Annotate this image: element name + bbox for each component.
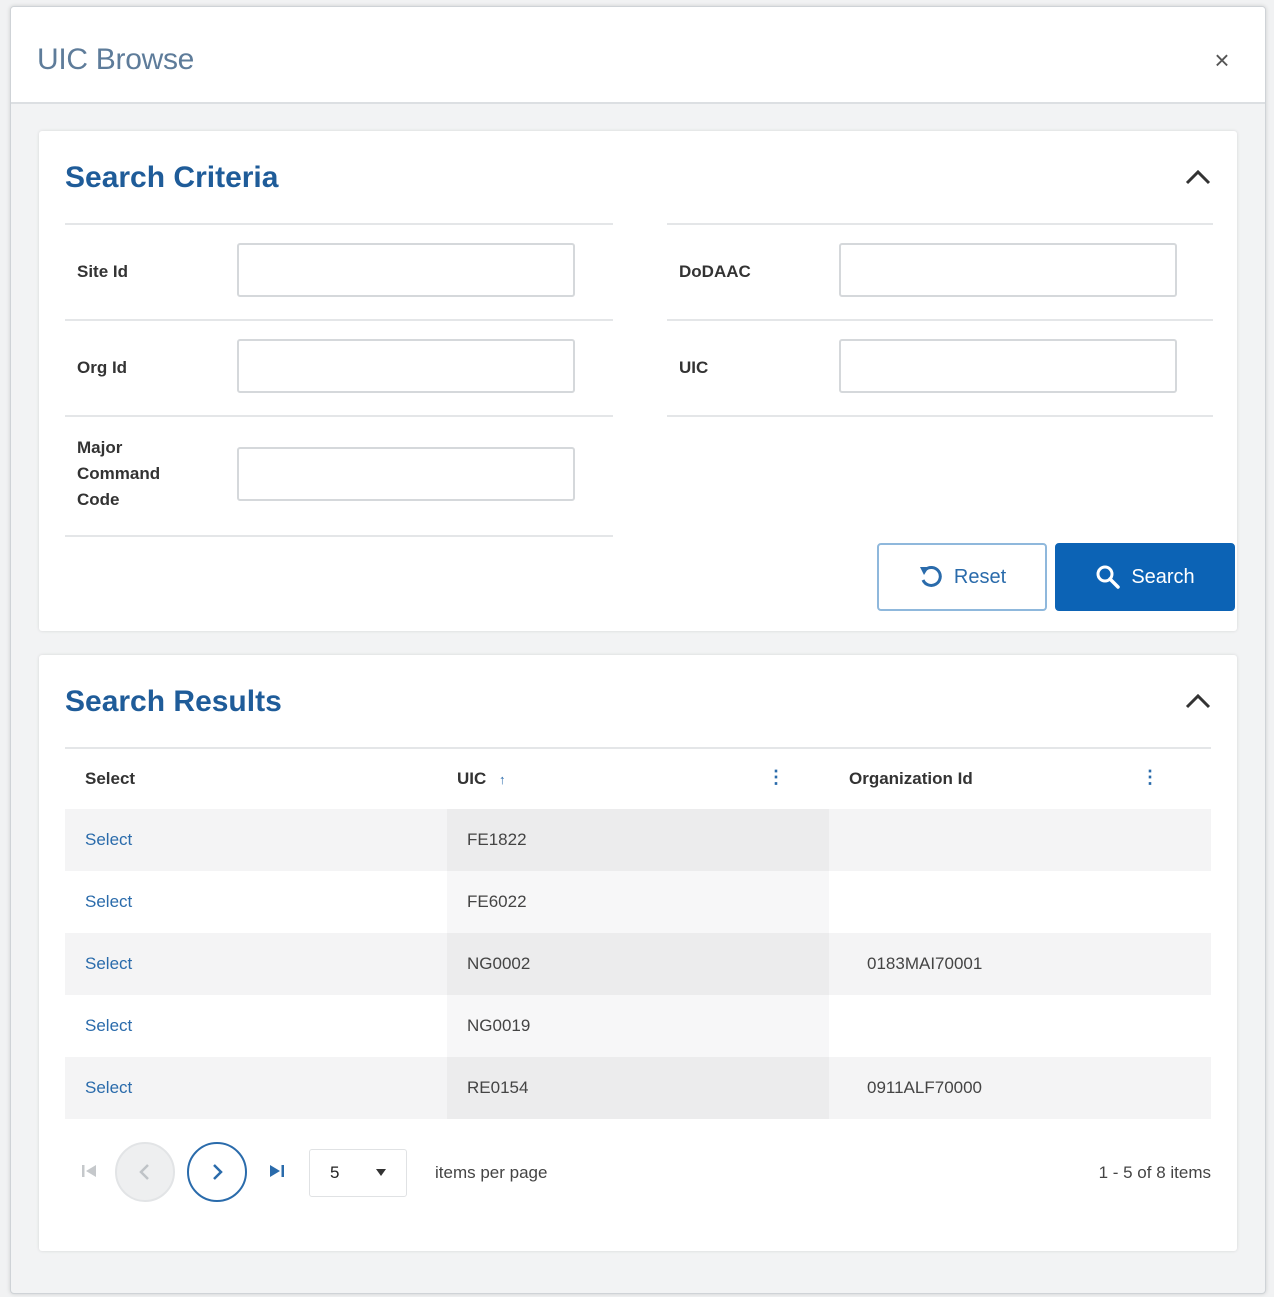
search-icon bbox=[1096, 565, 1121, 589]
uic-label: UIC bbox=[679, 358, 709, 377]
first-page-icon bbox=[82, 1165, 96, 1177]
pager-summary: 1 - 5 of 8 items bbox=[1098, 1163, 1211, 1182]
uic-cell: FE1822 bbox=[467, 830, 527, 849]
select-link[interactable]: Select bbox=[65, 892, 132, 911]
close-icon: × bbox=[1214, 45, 1230, 75]
search-criteria-title: Search Criteria bbox=[65, 161, 279, 194]
site-id-input[interactable] bbox=[237, 243, 575, 297]
undo-icon bbox=[919, 565, 942, 587]
last-page-icon bbox=[270, 1165, 284, 1177]
column-menu-icon[interactable]: ⋮ bbox=[767, 767, 785, 788]
organization-id-cell bbox=[829, 892, 867, 911]
column-header-select: Select bbox=[65, 747, 447, 809]
select-link[interactable]: Select bbox=[65, 954, 132, 973]
uic-cell: FE6022 bbox=[467, 892, 527, 911]
org-id-input[interactable] bbox=[237, 339, 575, 393]
dodaac-row: DoDAAC bbox=[667, 223, 1213, 319]
items-per-page-label: items per page bbox=[435, 1163, 548, 1182]
org-id-label: Org Id bbox=[77, 358, 128, 377]
major-command-code-input[interactable] bbox=[237, 447, 575, 501]
column-menu-icon[interactable]: ⋮ bbox=[1141, 767, 1159, 788]
table-row: Select NG0002 0183MAI70001 bbox=[65, 933, 1211, 995]
column-header-organization-id[interactable]: Organization Id ⋮ bbox=[829, 747, 1211, 809]
dialog-title: UIC Browse bbox=[37, 43, 195, 76]
organization-id-cell bbox=[829, 830, 867, 849]
uic-row: UIC bbox=[667, 319, 1213, 417]
select-link[interactable]: Select bbox=[65, 1078, 132, 1097]
chevron-left-icon bbox=[139, 1164, 149, 1180]
table-row: Select RE0154 0911ALF70000 bbox=[65, 1057, 1211, 1119]
table-row: Select FE1822 bbox=[65, 809, 1211, 871]
site-id-label: Site Id bbox=[77, 262, 129, 281]
uic-cell: RE0154 bbox=[467, 1078, 529, 1097]
org-id-row: Org Id bbox=[65, 319, 613, 415]
dialog-header: UIC Browse × bbox=[11, 7, 1265, 104]
column-header-uic[interactable]: UIC ↑ ⋮ bbox=[447, 747, 829, 809]
table-header-row: Select UIC ↑ ⋮ Organization Id ⋮ bbox=[65, 747, 1211, 809]
search-criteria-panel: Search Criteria Site Id Org Id Major Com… bbox=[39, 131, 1237, 631]
caret-down-icon bbox=[376, 1169, 386, 1176]
reset-label: Reset bbox=[953, 565, 1007, 588]
dodaac-label: DoDAAC bbox=[679, 262, 751, 281]
search-results-panel: Search Results Select UIC ↑ ⋮ Organizati… bbox=[39, 655, 1237, 1251]
chevron-up-icon[interactable] bbox=[1181, 161, 1215, 195]
table-row: Select NG0019 bbox=[65, 995, 1211, 1057]
uic-input[interactable] bbox=[839, 339, 1177, 393]
uic-cell: NG0002 bbox=[467, 954, 531, 973]
reset-button[interactable]: Reset bbox=[877, 543, 1047, 611]
organization-id-cell: 0911ALF70000 bbox=[867, 1078, 983, 1097]
previous-page-button[interactable] bbox=[115, 1142, 175, 1202]
first-page-button[interactable] bbox=[77, 1159, 101, 1183]
sort-ascending-icon: ↑ bbox=[499, 772, 506, 787]
pager: 5 items per page 1 - 5 of 8 items bbox=[65, 1137, 1211, 1207]
chevron-up-icon[interactable] bbox=[1181, 685, 1215, 719]
uic-cell: NG0019 bbox=[467, 1016, 531, 1035]
organization-id-cell: 0183MAI70001 bbox=[867, 954, 983, 973]
search-label: Search bbox=[1131, 565, 1195, 588]
organization-id-cell bbox=[829, 1016, 867, 1035]
search-button[interactable]: Search bbox=[1055, 543, 1235, 611]
search-results-title: Search Results bbox=[65, 685, 282, 718]
select-link[interactable]: Select bbox=[65, 830, 132, 849]
chevron-right-icon bbox=[213, 1164, 223, 1180]
next-page-button[interactable] bbox=[187, 1142, 247, 1202]
select-link[interactable]: Select bbox=[65, 1016, 132, 1035]
results-table: Select UIC ↑ ⋮ Organization Id ⋮ Select bbox=[65, 747, 1211, 1119]
last-page-button[interactable] bbox=[265, 1159, 289, 1183]
major-command-code-row: Major Command Code bbox=[65, 415, 613, 537]
dodaac-input[interactable] bbox=[839, 243, 1177, 297]
major-command-code-label: Major Command Code bbox=[77, 438, 161, 509]
page-size-value: 5 bbox=[330, 1163, 340, 1182]
close-button[interactable]: × bbox=[1207, 45, 1237, 75]
uic-browse-dialog: UIC Browse × Search Criteria Site Id Org… bbox=[10, 6, 1266, 1294]
page-size-select[interactable]: 5 bbox=[309, 1149, 407, 1197]
table-row: Select FE6022 bbox=[65, 871, 1211, 933]
site-id-row: Site Id bbox=[65, 223, 613, 319]
